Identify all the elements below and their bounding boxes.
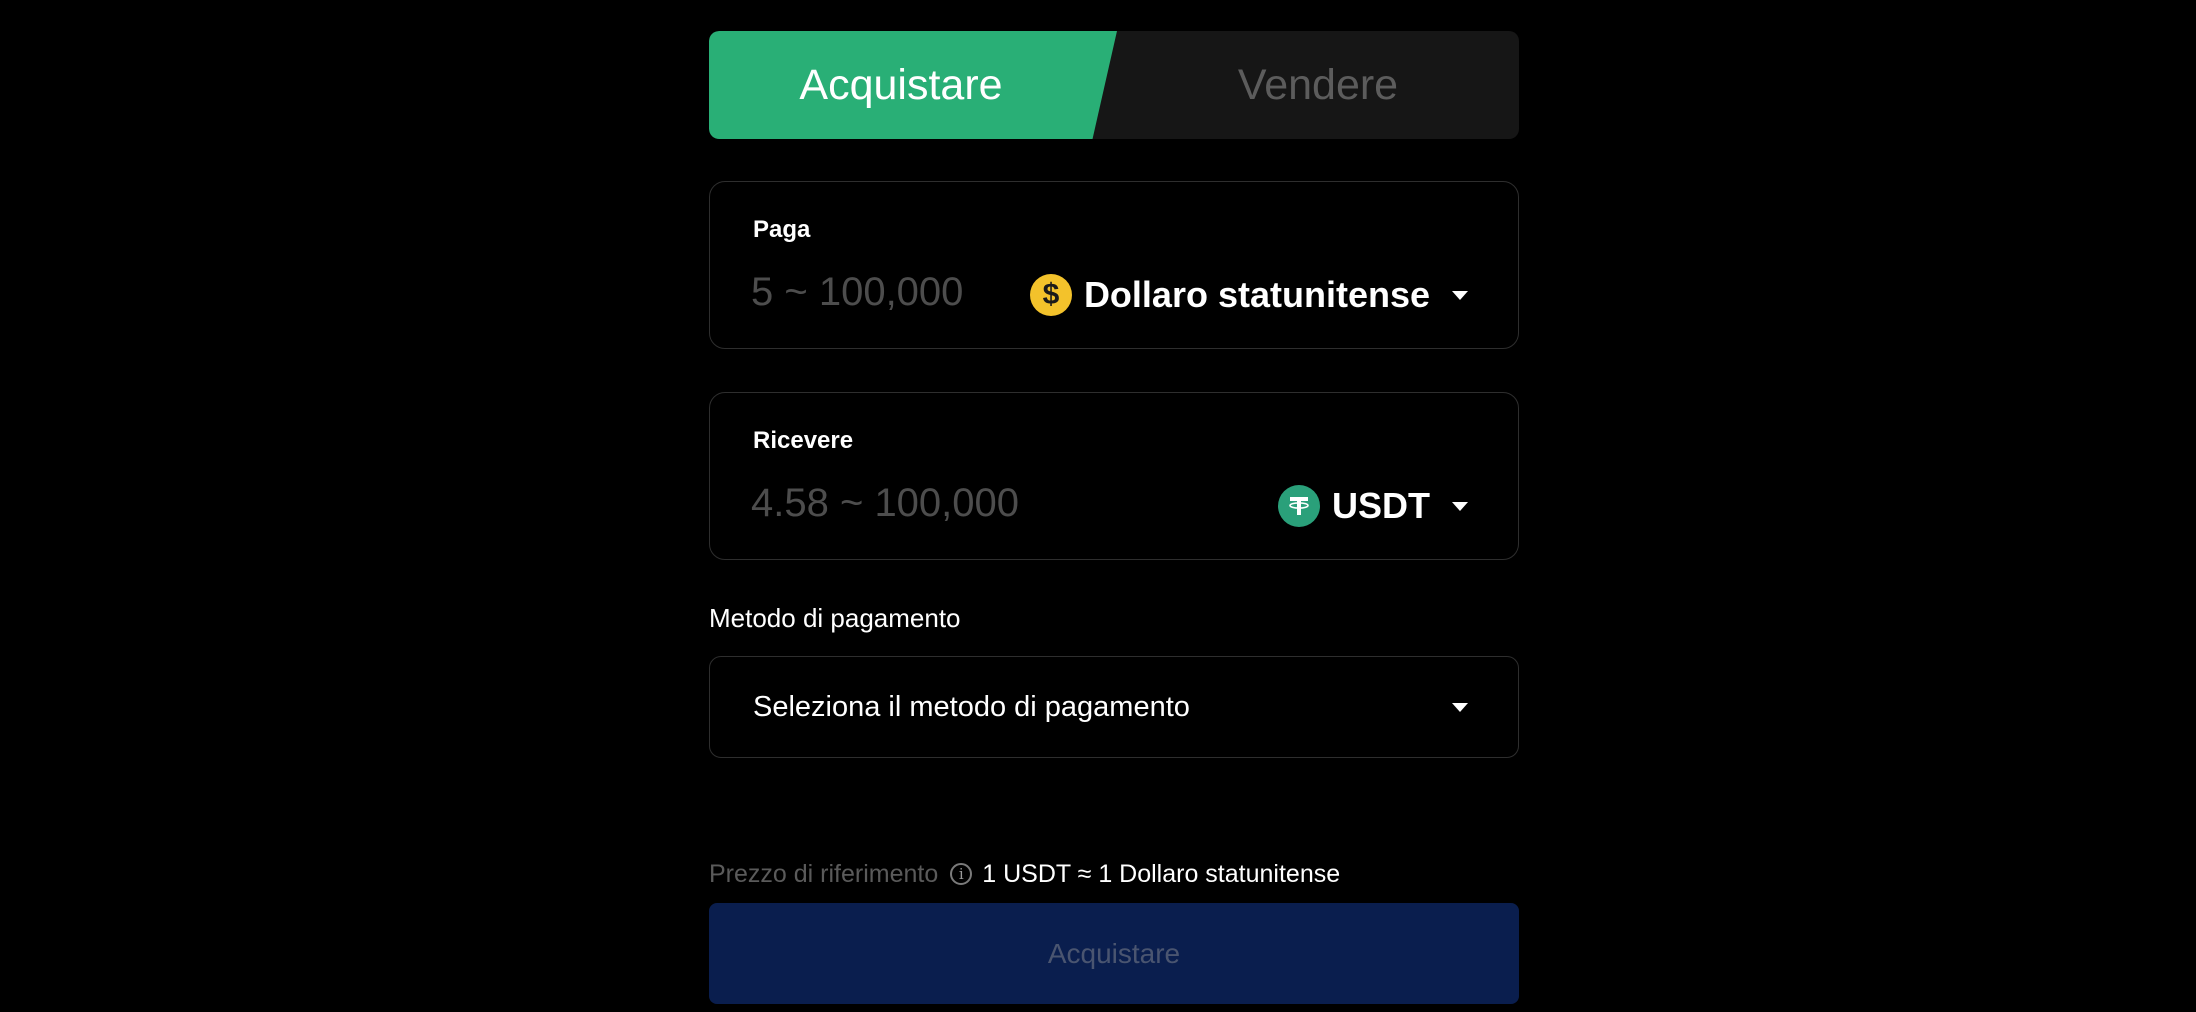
pay-currency-selector[interactable]: $ Dollaro statunitense	[1029, 272, 1468, 318]
receive-currency-selector[interactable]: USDT	[1278, 483, 1468, 529]
caret-down-icon	[1452, 290, 1468, 300]
pay-currency-name: Dollaro statunitense	[1083, 274, 1430, 315]
trade-panel: Acquistare Vendere Paga $ Dollaro statun…	[709, 31, 1519, 1004]
tab-buy-label: Acquistare	[799, 60, 1003, 109]
reference-price: Prezzo di riferimento i 1 USDT ≈ 1 Dolla…	[709, 859, 1340, 889]
info-icon[interactable]: i	[950, 863, 973, 885]
receive-currency-name: USDT	[1332, 485, 1430, 526]
reference-price-label: Prezzo di riferimento	[709, 859, 939, 888]
dollar-coin-icon: $	[1029, 274, 1072, 316]
tab-sell[interactable]: Vendere	[1117, 31, 1519, 139]
receive-amount-input[interactable]	[751, 475, 1091, 531]
payment-method-label: Metodo di pagamento	[709, 603, 961, 633]
buy-sell-tabs: Acquistare Vendere	[709, 31, 1519, 139]
pay-card: Paga $ Dollaro statunitense	[709, 181, 1519, 349]
payment-method-placeholder: Seleziona il metodo di pagamento	[753, 691, 1190, 723]
receive-card: Ricevere USDT	[709, 392, 1519, 560]
tab-sell-label: Vendere	[1237, 60, 1399, 109]
caret-down-icon	[1452, 501, 1468, 511]
receive-label: Ricevere	[753, 427, 854, 454]
payment-method-select[interactable]: Seleziona il metodo di pagamento	[709, 656, 1519, 758]
reference-price-value: 1 USDT ≈ 1 Dollaro statunitense	[982, 859, 1341, 888]
pay-label: Paga	[753, 216, 811, 243]
tab-buy[interactable]: Acquistare	[709, 31, 1117, 139]
caret-down-icon	[1452, 703, 1468, 712]
tether-icon	[1278, 485, 1320, 527]
buy-button[interactable]: Acquistare	[709, 903, 1519, 1004]
